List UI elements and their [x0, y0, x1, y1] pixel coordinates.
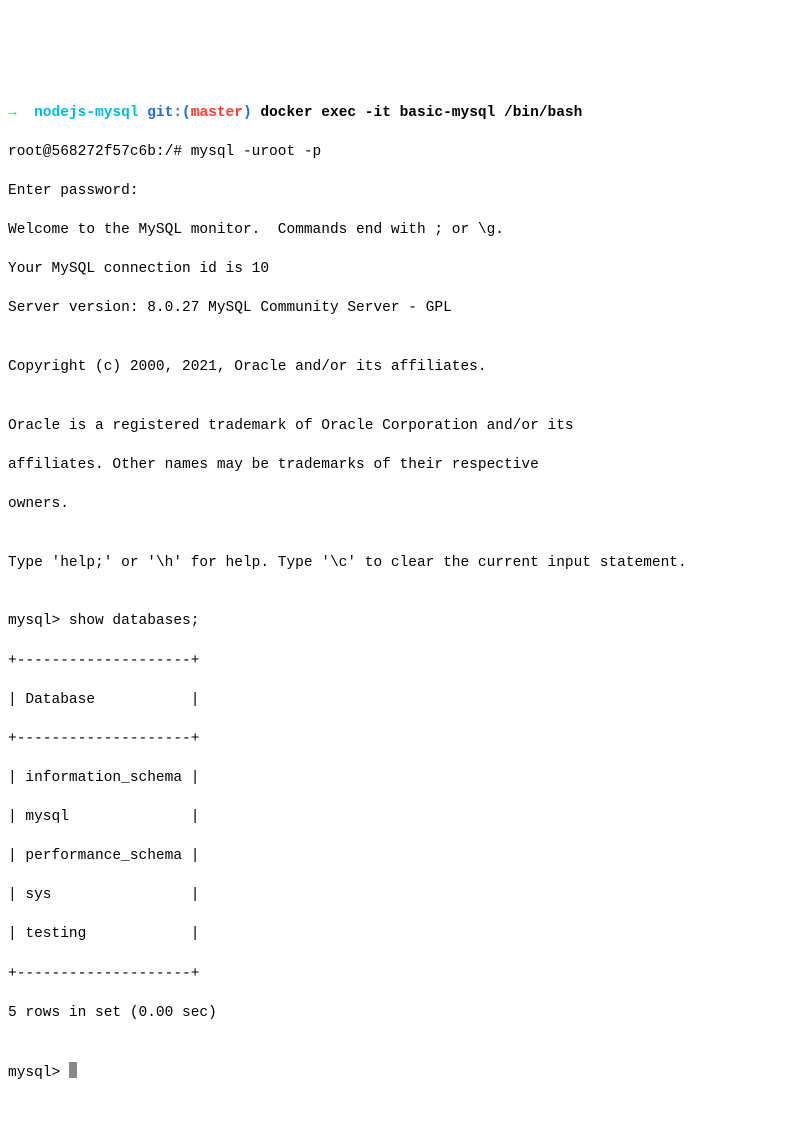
mysql-help: Type 'help;' or '\h' for help. Type '\c'…	[8, 554, 792, 574]
mysql-trademark-2: affiliates. Other names may be trademark…	[8, 456, 792, 476]
mysql-prompt-line[interactable]: mysql>	[8, 1062, 792, 1084]
mysql-prompt: mysql>	[8, 1065, 69, 1081]
terminal-output[interactable]: → nodejs-mysql git:(master) docker exec …	[8, 84, 792, 1103]
prompt-arrow-icon: →	[8, 105, 17, 121]
mysql-copyright: Copyright (c) 2000, 2021, Oracle and/or …	[8, 358, 792, 378]
mysql-trademark-1: Oracle is a registered trademark of Orac…	[8, 417, 792, 437]
mysql-server-version: Server version: 8.0.27 MySQL Community S…	[8, 299, 792, 319]
table-sep: +--------------------+	[8, 652, 792, 672]
rows-in-set: 5 rows in set (0.00 sec)	[8, 1004, 792, 1024]
mysql-welcome: Welcome to the MySQL monitor. Commands e…	[8, 221, 792, 241]
mysql-conn-id: Your MySQL connection id is 10	[8, 260, 792, 280]
cursor-icon	[69, 1062, 77, 1078]
table-row: | performance_schema |	[8, 847, 792, 867]
prompt-branch: master	[191, 105, 243, 121]
mysql-show-cmd: mysql> show databases;	[8, 612, 792, 632]
table-row: | testing |	[8, 925, 792, 945]
table-row: | information_schema |	[8, 769, 792, 789]
table-sep: +--------------------+	[8, 965, 792, 985]
shell-command: docker exec -it basic-mysql /bin/bash	[260, 105, 582, 121]
enter-password: Enter password:	[8, 182, 792, 202]
branch-close: )	[243, 105, 252, 121]
prompt-git-label: git:	[147, 105, 182, 121]
mysql-trademark-3: owners.	[8, 495, 792, 515]
prompt-dir: nodejs-mysql	[34, 105, 138, 121]
table-header: | Database |	[8, 691, 792, 711]
table-row: | mysql |	[8, 808, 792, 828]
shell-prompt-line: → nodejs-mysql git:(master) docker exec …	[8, 104, 792, 124]
table-row: | sys |	[8, 886, 792, 906]
bash-prompt: root@568272f57c6b:/# mysql -uroot -p	[8, 143, 792, 163]
branch-open: (	[182, 105, 191, 121]
table-sep: +--------------------+	[8, 730, 792, 750]
